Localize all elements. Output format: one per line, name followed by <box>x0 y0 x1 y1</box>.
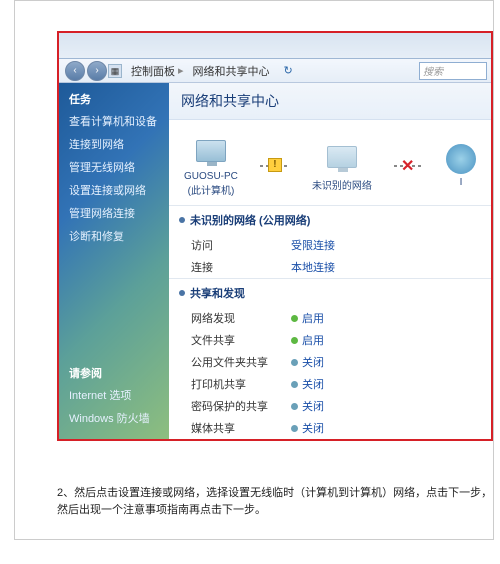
share-row: 文件共享启用 <box>169 329 491 351</box>
sidebar-item-setup[interactable]: 设置连接或网络 <box>69 182 169 198</box>
footer-links: 显示我正在共享的所有文件和文件夹 <box>169 439 491 441</box>
share-row: 打印机共享关闭 <box>169 373 491 395</box>
share-row: 媒体共享关闭 <box>169 417 491 439</box>
node-local-name: GUOSU-PC <box>184 171 238 182</box>
network-diagram: GUOSU-PC (此计算机) ! 未识别的网络 ✕ I <box>169 120 491 205</box>
main-content: 网络和共享中心 GUOSU-PC (此计算机) ! 未识别的网络 ✕ I 未识别… <box>169 83 491 441</box>
disclosure-icon[interactable] <box>179 290 185 296</box>
share-value[interactable]: 启用 <box>291 310 324 326</box>
sidebar-item-manage[interactable]: 管理网络连接 <box>69 205 169 221</box>
crumb-page[interactable]: 网络和共享中心 <box>193 63 270 79</box>
share-value[interactable]: 启用 <box>291 332 324 348</box>
cross-icon: ✕ <box>401 156 417 172</box>
share-label: 文件共享 <box>191 332 291 348</box>
share-row: 公用文件夹共享关闭 <box>169 351 491 373</box>
computer-icon <box>196 140 226 162</box>
status-dot-icon <box>291 315 298 322</box>
refresh-icon[interactable]: ↻ <box>284 64 293 77</box>
network-status-section: 未识别的网络 (公用网络) 访问受限连接 连接本地连接 <box>169 205 491 278</box>
page-title: 网络和共享中心 <box>169 83 491 120</box>
disclosure-icon[interactable] <box>179 217 185 223</box>
share-label: 媒体共享 <box>191 420 291 436</box>
see-also-firewall[interactable]: Windows 防火墙 <box>69 410 150 426</box>
share-value[interactable]: 关闭 <box>291 376 324 392</box>
status-row: 连接本地连接 <box>169 256 491 278</box>
node-internet-name: I <box>446 177 476 188</box>
computer-icon <box>327 146 357 168</box>
window-titlebar <box>59 33 491 59</box>
share-label: 网络发现 <box>191 310 291 326</box>
node-local-sub: (此计算机) <box>184 182 238 197</box>
control-panel-icon: ▦ <box>108 64 122 78</box>
share-row: 网络发现启用 <box>169 307 491 329</box>
globe-icon <box>446 144 476 174</box>
sidebar-item-connect[interactable]: 连接到网络 <box>69 136 169 152</box>
crumb-sep-icon: ▸ <box>178 64 184 77</box>
share-value[interactable]: 关闭 <box>291 398 324 414</box>
link-warning: ! <box>260 165 290 167</box>
warning-icon: ! <box>268 158 282 172</box>
status-dot-icon <box>291 425 298 432</box>
status-dot-icon <box>291 359 298 366</box>
node-internet: I <box>446 144 476 188</box>
node-network: 未识别的网络 <box>312 140 372 192</box>
breadcrumb-bar: ‹ › ▦ 控制面板 ▸ 网络和共享中心 ↻ 搜索 <box>59 59 491 83</box>
sidebar-item-devices[interactable]: 查看计算机和设备 <box>69 113 169 129</box>
status-dot-icon <box>291 337 298 344</box>
node-network-name: 未识别的网络 <box>312 177 372 192</box>
control-panel-window: ‹ › ▦ 控制面板 ▸ 网络和共享中心 ↻ 搜索 任务 查看计算机和设备 连接… <box>57 31 493 441</box>
net-section-title: 未识别的网络 (公用网络) <box>169 206 491 234</box>
instruction-line: 2、然后点击设置连接或网络，选择设置无线临时（计算机到计算机）网络，点击下一步， <box>57 485 493 502</box>
see-also-internet[interactable]: Internet 选项 <box>69 387 150 403</box>
tasks-heading: 任务 <box>69 91 169 107</box>
share-label: 公用文件夹共享 <box>191 354 291 370</box>
sharing-section: 共享和发现 网络发现启用文件共享启用公用文件夹共享关闭打印机共享关闭密码保护的共… <box>169 278 491 439</box>
status-dot-icon <box>291 381 298 388</box>
crumb-panel[interactable]: 控制面板 <box>131 63 175 79</box>
share-label: 打印机共享 <box>191 376 291 392</box>
doc-instructions: 2、然后点击设置连接或网络，选择设置无线临时（计算机到计算机）网络，点击下一步，… <box>57 485 493 518</box>
task-sidebar: 任务 查看计算机和设备 连接到网络 管理无线网络 设置连接或网络 管理网络连接 … <box>59 83 169 441</box>
status-dot-icon <box>291 403 298 410</box>
nav-forward-button[interactable]: › <box>87 61 107 81</box>
sidebar-item-wireless[interactable]: 管理无线网络 <box>69 159 169 175</box>
search-input[interactable]: 搜索 <box>419 62 487 80</box>
share-value[interactable]: 关闭 <box>291 420 324 436</box>
share-label: 密码保护的共享 <box>191 398 291 414</box>
instruction-line: 然后出现一个注意事项指南再点击下一步。 <box>57 502 493 519</box>
status-row: 访问受限连接 <box>169 234 491 256</box>
link-broken: ✕ <box>394 165 424 167</box>
sidebar-item-diagnose[interactable]: 诊断和修复 <box>69 228 169 244</box>
node-local: GUOSU-PC (此计算机) <box>184 134 238 197</box>
share-row: 密码保护的共享关闭 <box>169 395 491 417</box>
nav-back-button[interactable]: ‹ <box>65 61 85 81</box>
see-also-heading: 请参阅 <box>69 365 150 381</box>
share-value[interactable]: 关闭 <box>291 354 324 370</box>
share-section-title: 共享和发现 <box>169 279 491 307</box>
